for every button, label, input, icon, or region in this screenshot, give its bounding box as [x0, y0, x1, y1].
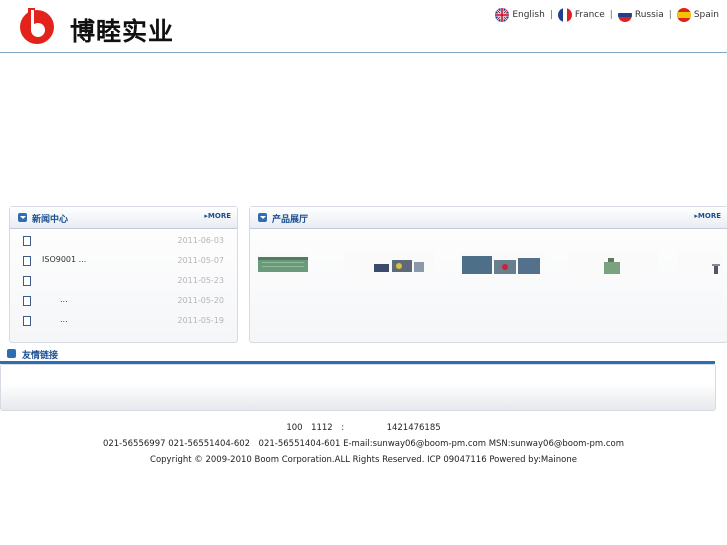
news-list: 2011-06-03 ISO9001 ... 2011-05-07 2011-0…	[10, 231, 237, 331]
lang-separator: |	[609, 10, 613, 20]
footer-contact: 021-56556997 021-56551404-602 021-565514…	[102, 439, 625, 449]
news-panel-header: 新闻中心 ▸MORE	[10, 207, 237, 229]
news-date: 2011-05-23	[177, 276, 225, 285]
lang-separator: |	[668, 10, 672, 20]
spain-flag-icon	[676, 8, 691, 22]
news-panel-title: 新闻中心	[32, 215, 69, 225]
product-image[interactable]	[678, 252, 722, 274]
news-title[interactable]: ...	[60, 315, 68, 324]
france-flag-icon	[557, 8, 572, 22]
document-icon	[23, 236, 31, 246]
product-carousel	[250, 247, 727, 297]
document-icon	[23, 276, 31, 286]
product-image[interactable]	[258, 252, 308, 274]
news-date: 2011-05-07	[177, 256, 225, 265]
list-item[interactable]: 2011-06-03	[10, 231, 237, 251]
language-switcher: English | France | Russia | Spain	[495, 8, 719, 22]
news-panel: 新闻中心 ▸MORE 2011-06-03 ISO9001 ... 2011-0…	[9, 206, 238, 343]
products-panel-title: 产品展厅	[272, 215, 309, 225]
document-icon	[23, 296, 31, 306]
products-more-link[interactable]: ▸MORE	[694, 212, 721, 220]
news-title[interactable]: ISO9001 ...	[42, 255, 86, 264]
footer-address: 100 1112 : 1421476185	[286, 423, 441, 433]
list-item[interactable]: ... 2011-05-20	[10, 291, 237, 311]
news-date: 2011-05-20	[177, 296, 225, 305]
section-arrow-icon	[7, 349, 16, 358]
links-title: 友情链接	[22, 351, 59, 361]
news-date: 2011-06-03	[177, 236, 225, 245]
lang-spain[interactable]: Spain	[676, 8, 719, 22]
list-item[interactable]: ISO9001 ... 2011-05-07	[10, 251, 237, 271]
section-arrow-icon	[258, 213, 267, 222]
site-header: 博睦实业 English | France | Russia | Spain	[0, 0, 727, 53]
products-panel-header: 产品展厅 ▸MORE	[250, 207, 727, 229]
footer-copyright: Copyright © 2009-2010 Boom Corporation.A…	[150, 455, 577, 465]
news-title[interactable]: ...	[60, 295, 68, 304]
product-image[interactable]	[568, 252, 658, 274]
logo-text: 博睦实业	[70, 17, 175, 46]
links-box	[0, 364, 716, 411]
product-image[interactable]	[460, 252, 545, 274]
news-more-link[interactable]: ▸MORE	[204, 212, 231, 220]
list-item[interactable]: 2011-05-23	[10, 271, 237, 291]
list-item[interactable]: ... 2011-05-19	[10, 311, 237, 331]
links-header: 友情链接	[0, 345, 715, 364]
lang-russia[interactable]: Russia	[617, 8, 664, 22]
products-panel: 产品展厅 ▸MORE	[249, 206, 727, 343]
document-icon	[23, 256, 31, 266]
section-arrow-icon	[18, 213, 27, 222]
site-footer: 100 1112 : 1421476185 021-56556997 021-5…	[0, 420, 727, 468]
lang-separator: |	[549, 10, 553, 20]
uk-flag-icon	[495, 8, 510, 22]
document-icon	[23, 316, 31, 326]
russia-flag-icon	[617, 8, 632, 22]
lang-english[interactable]: English	[495, 8, 545, 22]
logo-icon[interactable]	[18, 6, 56, 46]
lang-france[interactable]: France	[557, 8, 605, 22]
news-date: 2011-05-19	[177, 316, 225, 325]
product-image[interactable]	[344, 252, 434, 274]
